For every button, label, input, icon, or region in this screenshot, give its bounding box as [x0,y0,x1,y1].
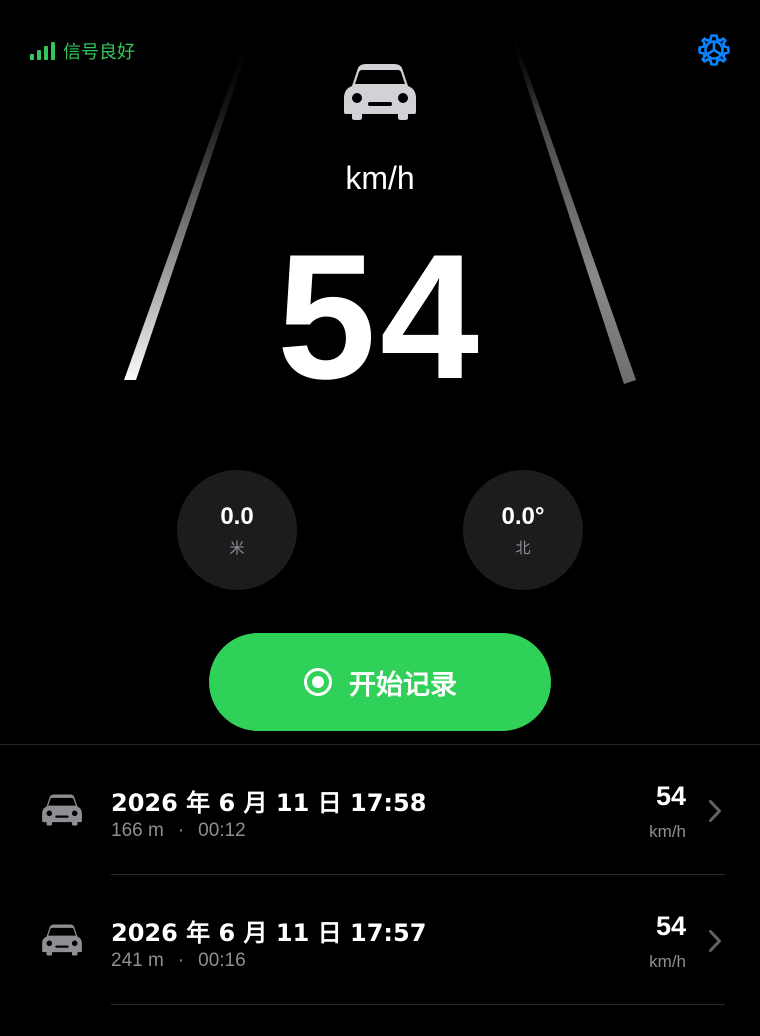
trip-speed: 54 [655,781,686,811]
start-record-label: 开始记录 [349,669,457,701]
trip-datetime: 2026 年 6 月 11 日 17:58 [111,789,427,817]
current-speed: 54 [277,217,483,416]
trip-datetime: 2026 年 6 月 11 日 17:57 [111,919,427,947]
chevron-right-icon [709,930,721,952]
car-icon [344,64,416,120]
trip-distance: 166 m [111,820,164,841]
trip-row[interactable]: 2026 年 6 月 11 日 17:57 241 m · 00:16 54 km/… [0,875,760,1005]
trip-distance: 241 m [111,950,164,971]
trip-speed-unit: km/h [649,822,686,841]
speedometer-screen: 信号良好 km/h 54 0.0 米 0.0° 北 开始记录 2026 年 6 … [0,0,760,1036]
trip-summary: 166 m · 00:12 [111,820,246,842]
trip-history-list: 2026 年 6 月 11 日 17:58 166 m · 00:12 54 km/… [0,745,760,1005]
meta-separator: · [177,950,185,971]
altitude-gauge: 0.0 米 [177,470,297,590]
trip-row[interactable]: 2026 年 6 月 11 日 17:58 166 m · 00:12 54 km/… [0,745,760,875]
start-record-button[interactable]: 开始记录 [209,633,551,731]
speed-unit: km/h [345,160,415,196]
car-icon [42,924,82,956]
trip-speed-unit: km/h [649,952,686,971]
row-divider [111,1004,725,1005]
heading-direction: 北 [515,538,531,557]
trip-duration: 00:16 [198,950,246,971]
chevron-right-icon [709,800,721,822]
altitude-value: 0.0 [220,502,254,530]
car-icon [42,794,82,826]
trip-speed: 54 [655,911,686,941]
record-icon [304,668,332,696]
trip-summary: 241 m · 00:16 [111,950,246,972]
meta-separator: · [177,820,185,841]
heading-gauge: 0.0° 北 [463,470,583,590]
trip-duration: 00:12 [198,820,246,841]
altitude-unit: 米 [229,538,245,557]
heading-value: 0.0° [501,502,545,530]
